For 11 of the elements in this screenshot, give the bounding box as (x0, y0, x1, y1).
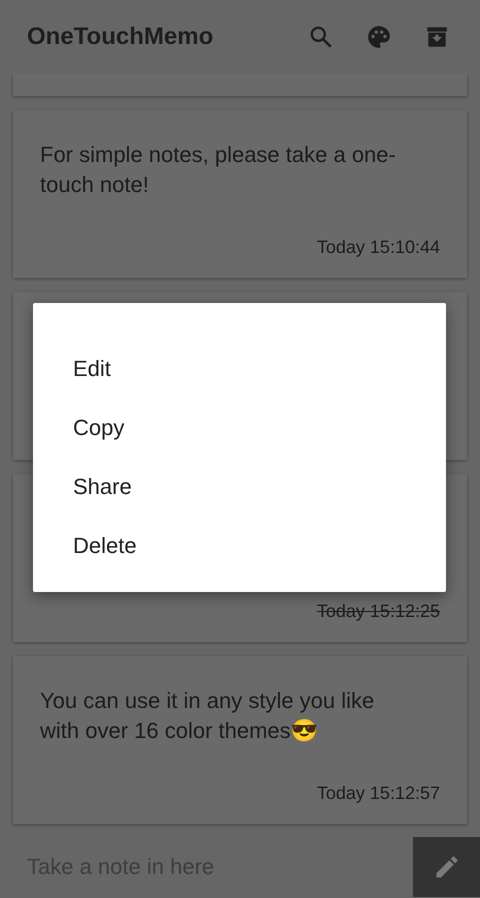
menu-item[interactable]: Copy (33, 399, 446, 458)
note-text: For simple notes, please take a one-touch note! (40, 141, 397, 199)
note-timestamp: Today 15:12:25 (316, 601, 440, 622)
pencil-button[interactable] (413, 837, 480, 897)
app-title: OneTouchMemo (27, 22, 214, 50)
note-timestamp: Today 15:10:44 (316, 237, 440, 258)
menu-item[interactable]: Share (33, 458, 446, 517)
menu-item[interactable]: Edit (33, 340, 446, 399)
note-timestamp: Today 15:12:57 (316, 783, 440, 804)
menu-item[interactable]: Delete (33, 517, 446, 576)
note-text: You can use it in any style you like with over 16 color themes😎 (40, 687, 376, 745)
